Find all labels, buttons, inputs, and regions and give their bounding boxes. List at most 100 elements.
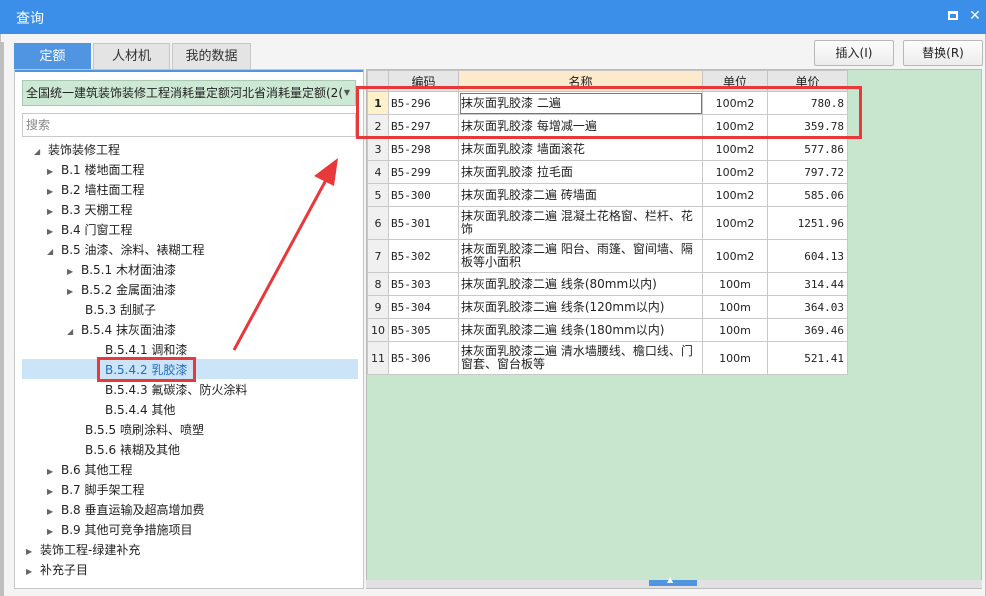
row-index-cell[interactable]: 5: [367, 183, 389, 207]
close-button[interactable]: ✕: [966, 7, 984, 25]
table-row[interactable]: 9 B5-304 抹灰面乳胶漆二遍 线条(120mm以内) 100m 364.03: [367, 295, 848, 319]
code-cell[interactable]: B5-300: [388, 183, 459, 207]
price-cell[interactable]: 1251.96: [767, 206, 848, 240]
price-cell[interactable]: 364.03: [767, 295, 848, 319]
tree-node[interactable]: ▶ B.2 墙柱面工程: [47, 180, 145, 200]
tree-node[interactable]: ▶ B.9 其他可竞争措施项目: [47, 520, 193, 540]
price-cell[interactable]: 521.41: [767, 341, 848, 375]
tree-node[interactable]: ◢ B.5 油漆、涂料、裱糊工程: [47, 240, 205, 260]
tree-node[interactable]: B.5.3 刮腻子: [77, 300, 156, 320]
price-cell[interactable]: 604.13: [767, 239, 848, 273]
code-cell[interactable]: B5-301: [388, 206, 459, 240]
unit-cell[interactable]: 100m2: [702, 160, 768, 184]
tab-materials[interactable]: 人材机: [93, 43, 170, 69]
tree-node[interactable]: ▶ B.5.2 金属面油漆: [67, 280, 176, 300]
chevron-down-icon[interactable]: ▼: [344, 81, 350, 105]
tree-node[interactable]: ▶ 补充子目: [26, 560, 88, 580]
table-row[interactable]: 4 B5-299 抹灰面乳胶漆 拉毛面 100m2 797.72: [367, 160, 848, 184]
collapse-arrow-icon[interactable]: ◢: [34, 142, 48, 162]
row-index-cell[interactable]: 7: [367, 239, 389, 273]
quota-library-select[interactable]: 全国统一建筑装饰装修工程消耗量定额河北省消耗量定额(2( ▼: [22, 80, 356, 106]
unit-cell[interactable]: 100m2: [702, 183, 768, 207]
expand-arrow-icon[interactable]: ▶: [47, 202, 61, 222]
tree-node[interactable]: ▶ B.5.1 木材面油漆: [67, 260, 176, 280]
code-cell[interactable]: B5-303: [388, 272, 459, 296]
unit-cell[interactable]: 100m: [702, 341, 768, 375]
table-row[interactable]: 11 B5-306 抹灰面乳胶漆二遍 清水墙腰线、檐口线、门窗套、窗台板等 100m 5…: [367, 341, 848, 375]
expand-arrow-icon[interactable]: ▶: [67, 262, 81, 282]
row-index-cell[interactable]: 9: [367, 295, 389, 319]
tree-node[interactable]: B.5.5 喷刷涂料、喷塑: [77, 420, 204, 440]
unit-cell[interactable]: 100m2: [702, 239, 768, 273]
unit-cell[interactable]: 100m2: [702, 137, 768, 161]
row-index-cell[interactable]: 8: [367, 272, 389, 296]
price-cell[interactable]: 314.44: [767, 272, 848, 296]
expand-arrow-icon[interactable]: ▶: [26, 562, 40, 582]
expand-arrow-icon[interactable]: ▶: [47, 162, 61, 182]
name-cell[interactable]: 抹灰面乳胶漆二遍 砖墙面: [458, 183, 703, 207]
expand-arrow-icon[interactable]: ▶: [26, 542, 40, 562]
expand-arrow-icon[interactable]: ▶: [47, 462, 61, 482]
row-index-cell[interactable]: 4: [367, 160, 389, 184]
price-cell[interactable]: 797.72: [767, 160, 848, 184]
unit-cell[interactable]: 100m: [702, 272, 768, 296]
table-row[interactable]: 5 B5-300 抹灰面乳胶漆二遍 砖墙面 100m2 585.06: [367, 183, 848, 207]
table-row[interactable]: 3 B5-298 抹灰面乳胶漆 墙面滚花 100m2 577.86: [367, 137, 848, 161]
price-cell[interactable]: 585.06: [767, 183, 848, 207]
collapse-arrow-icon[interactable]: ◢: [67, 322, 81, 342]
collapse-arrow-icon[interactable]: ◢: [47, 242, 61, 262]
unit-cell[interactable]: 100m: [702, 318, 768, 342]
expand-arrow-icon[interactable]: ▶: [47, 222, 61, 242]
code-cell[interactable]: B5-299: [388, 160, 459, 184]
tree-node[interactable]: ◢ B.5.4 抹灰面油漆: [67, 320, 176, 340]
name-cell[interactable]: 抹灰面乳胶漆二遍 线条(120mm以内): [458, 295, 703, 319]
tree-node[interactable]: ▶ B.4 门窗工程: [47, 220, 133, 240]
tree-node[interactable]: ▶ B.1 楼地面工程: [47, 160, 145, 180]
tree-node[interactable]: B.5.4.4 其他: [97, 400, 175, 420]
code-cell[interactable]: B5-306: [388, 341, 459, 375]
expand-arrow-icon[interactable]: ▶: [67, 282, 81, 302]
name-cell[interactable]: 抹灰面乳胶漆二遍 混凝土花格窗、栏杆、花饰: [458, 206, 703, 240]
tree-node[interactable]: ▶ B.3 天棚工程: [47, 200, 133, 220]
tree-node[interactable]: ▶ B.8 垂直运输及超高增加费: [47, 500, 205, 520]
unit-cell[interactable]: 100m2: [702, 206, 768, 240]
tree-node[interactable]: ▶ B.6 其他工程: [47, 460, 133, 480]
table-row[interactable]: 6 B5-301 抹灰面乳胶漆二遍 混凝土花格窗、栏杆、花饰 100m2 1251.96: [367, 206, 848, 240]
name-cell[interactable]: 抹灰面乳胶漆 墙面滚花: [458, 137, 703, 161]
name-cell[interactable]: 抹灰面乳胶漆二遍 阳台、雨篷、窗间墙、隔板等小面积: [458, 239, 703, 273]
code-cell[interactable]: B5-298: [388, 137, 459, 161]
expand-arrow-icon[interactable]: ▶: [47, 482, 61, 502]
expand-arrow-icon[interactable]: ▶: [47, 182, 61, 202]
chevron-up-icon[interactable]: ▲: [667, 575, 673, 584]
code-cell[interactable]: B5-302: [388, 239, 459, 273]
tab-my-data[interactable]: 我的数据: [172, 43, 251, 69]
table-row[interactable]: 8 B5-303 抹灰面乳胶漆二遍 线条(80mm以内) 100m 314.44: [367, 272, 848, 296]
tree-node[interactable]: B.5.4.3 氟碳漆、防火涂料: [97, 380, 247, 400]
tree-node[interactable]: ▶ 装饰工程-绿建补充: [26, 540, 140, 560]
name-cell[interactable]: 抹灰面乳胶漆二遍 清水墙腰线、檐口线、门窗套、窗台板等: [458, 341, 703, 375]
insert-button[interactable]: 插入(I): [814, 40, 894, 66]
table-row[interactable]: 7 B5-302 抹灰面乳胶漆二遍 阳台、雨篷、窗间墙、隔板等小面积 100m2 604…: [367, 239, 848, 273]
expand-arrow-icon[interactable]: ▶: [47, 502, 61, 522]
tree-node[interactable]: ▶ B.7 脚手架工程: [47, 480, 145, 500]
maximize-button[interactable]: [944, 7, 962, 25]
name-cell[interactable]: 抹灰面乳胶漆二遍 线条(80mm以内): [458, 272, 703, 296]
unit-cell[interactable]: 100m: [702, 295, 768, 319]
name-cell[interactable]: 抹灰面乳胶漆二遍 线条(180mm以内): [458, 318, 703, 342]
code-cell[interactable]: B5-305: [388, 318, 459, 342]
row-index-cell[interactable]: 11: [367, 341, 389, 375]
expand-arrow-icon[interactable]: ▶: [47, 522, 61, 542]
row-index-cell[interactable]: 6: [367, 206, 389, 240]
search-input[interactable]: [22, 113, 356, 137]
row-index-cell[interactable]: 10: [367, 318, 389, 342]
table-row[interactable]: 10 B5-305 抹灰面乳胶漆二遍 线条(180mm以内) 100m 369.46: [367, 318, 848, 342]
price-cell[interactable]: 577.86: [767, 137, 848, 161]
code-cell[interactable]: B5-304: [388, 295, 459, 319]
name-cell[interactable]: 抹灰面乳胶漆 拉毛面: [458, 160, 703, 184]
tree-node[interactable]: B.5.6 裱糊及其他: [77, 440, 180, 460]
price-cell[interactable]: 369.46: [767, 318, 848, 342]
row-index-cell[interactable]: 3: [367, 137, 389, 161]
replace-button[interactable]: 替换(R): [903, 40, 983, 66]
tree-node[interactable]: ◢ 装饰装修工程: [34, 140, 120, 160]
tab-quota[interactable]: 定额: [14, 43, 91, 69]
